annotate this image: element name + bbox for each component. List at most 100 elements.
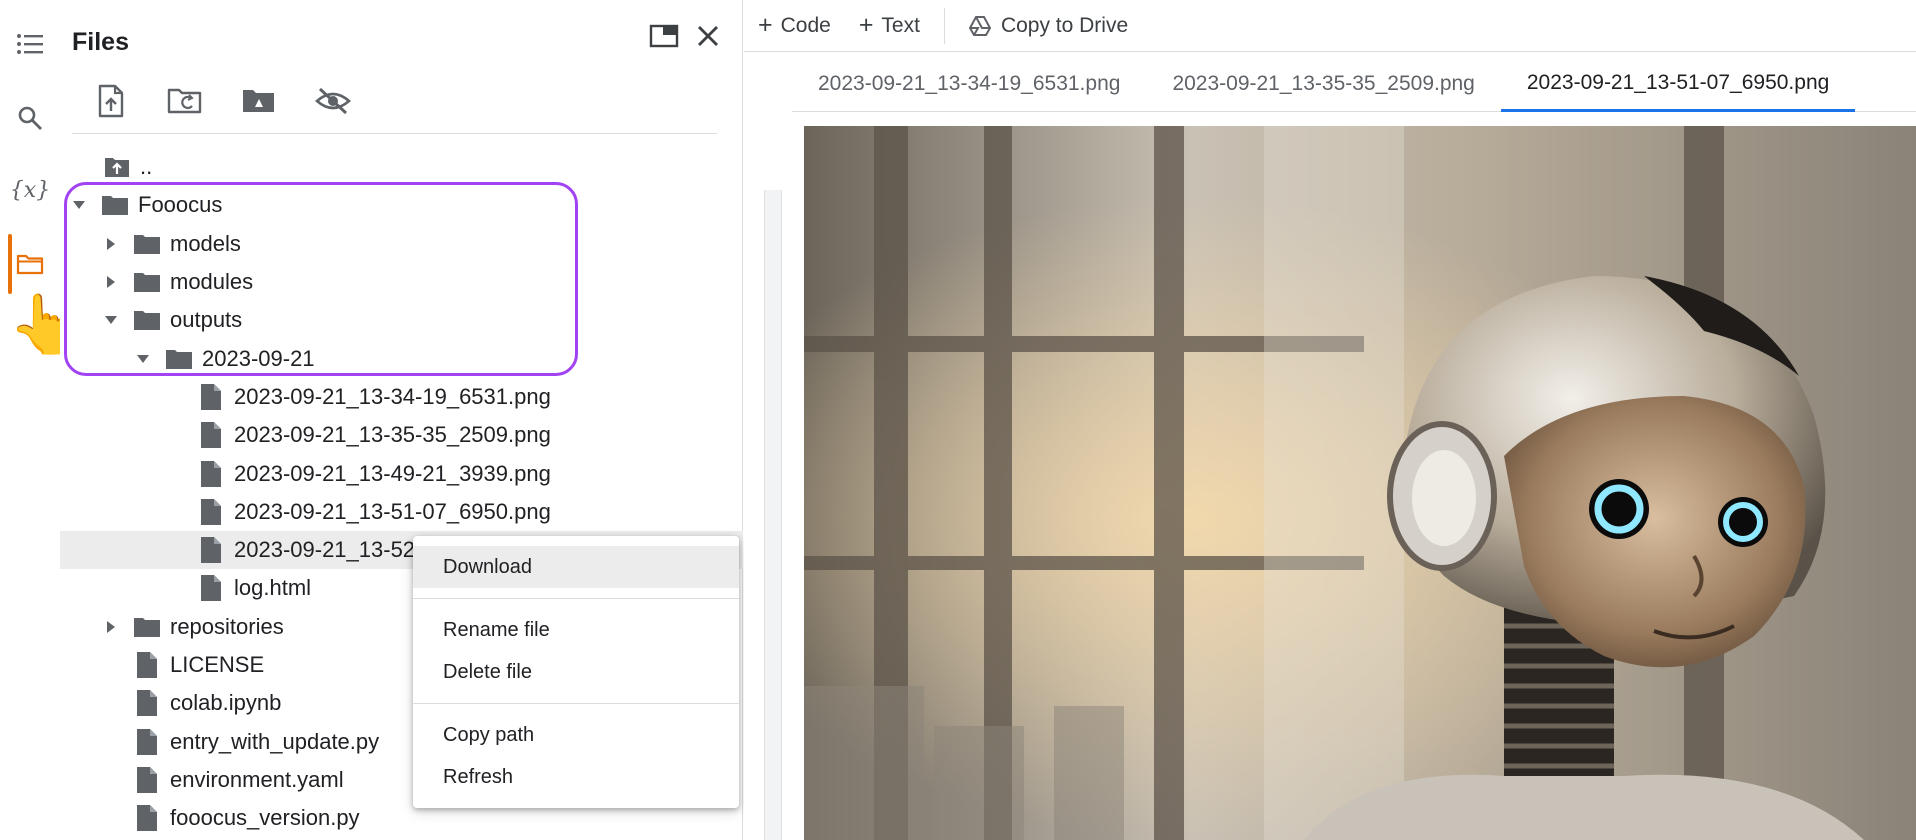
panel-title: Files	[72, 28, 129, 56]
tree-row-file[interactable]: 2023-09-21_13-35-35_2509.png	[60, 416, 743, 454]
tree-label: modules	[170, 269, 254, 295]
mount-drive-button[interactable]	[238, 80, 280, 122]
tree-row-parent[interactable]: ..	[60, 148, 743, 186]
plus-icon: +	[758, 11, 773, 39]
mount-drive-icon	[243, 90, 274, 112]
tree-label: repositories	[170, 613, 284, 639]
folder-icon	[132, 305, 162, 335]
caret-right-icon[interactable]	[100, 616, 122, 638]
close-panel-button[interactable]	[690, 18, 726, 54]
tree-label: 2023-09-21_13-51-07_6950.png	[234, 498, 551, 524]
add-text-button[interactable]: + Text	[845, 0, 934, 52]
toolbar-divider	[72, 133, 717, 134]
tree-label: entry_with_update.py	[170, 728, 380, 754]
image-preview	[804, 126, 1916, 840]
tree-row-file[interactable]: 2023-09-21_13-34-19_6531.png	[60, 378, 743, 416]
menu-divider	[413, 598, 739, 599]
folder-icon	[164, 344, 194, 374]
upload-file-icon	[98, 84, 124, 118]
menu-item-copy-path[interactable]: Copy path	[413, 714, 739, 756]
drive-icon	[968, 15, 991, 36]
tree-row-folder[interactable]: modules	[60, 263, 743, 301]
copy-to-drive-button[interactable]: Copy to Drive	[955, 0, 1142, 52]
table-of-contents-button[interactable]	[12, 26, 48, 62]
list-icon	[17, 34, 43, 54]
tree-row-file[interactable]: 2023-09-21_13-51-07_6950.png	[60, 493, 743, 531]
add-code-button[interactable]: + Code	[744, 0, 845, 52]
context-menu: Download Rename file Delete file Copy pa…	[413, 536, 739, 808]
tree-label: 2023-09-21_13-35-35_2509.png	[234, 422, 551, 448]
menu-item-rename[interactable]: Rename file	[413, 609, 739, 651]
tab-file[interactable]: 2023-09-21_13-34-19_6531.png	[792, 56, 1146, 112]
caret-down-icon[interactable]	[68, 194, 90, 216]
tree-row-folder[interactable]: Fooocus	[60, 186, 743, 224]
open-in-window-button[interactable]	[646, 18, 682, 54]
caret-down-icon[interactable]	[100, 309, 122, 331]
tab-file[interactable]: 2023-09-21_13-35-35_2509.png	[1146, 56, 1500, 112]
hide-files-button[interactable]	[312, 80, 354, 122]
plus-icon: +	[858, 11, 874, 39]
tree-label: 2023-09-21	[202, 345, 315, 371]
variables-icon: {x}	[9, 177, 51, 203]
tree-label: outputs	[170, 307, 243, 333]
add-text-label: Text	[881, 13, 920, 37]
file-icon	[196, 497, 226, 527]
folder-icon	[16, 254, 44, 275]
tree-label: environment.yaml	[170, 766, 344, 792]
caret-down-icon[interactable]	[132, 348, 154, 370]
left-rail: {x}	[0, 0, 60, 840]
copy-to-drive-label: Copy to Drive	[1000, 13, 1129, 37]
upload-button[interactable]	[90, 80, 132, 122]
file-icon	[196, 382, 226, 412]
tree-label: models	[170, 230, 241, 256]
tab-file-active[interactable]: 2023-09-21_13-51-07_6950.png	[1500, 56, 1856, 112]
menu-item-refresh[interactable]: Refresh	[413, 756, 739, 798]
hide-files-icon	[315, 87, 351, 115]
tree-row-file[interactable]: 2023-09-21_13-49-21_3939.png	[60, 454, 743, 492]
menu-item-delete[interactable]: Delete file	[413, 651, 739, 693]
toolbar-divider	[943, 7, 945, 44]
menu-item-download[interactable]: Download	[413, 546, 739, 588]
tree-row-folder[interactable]: models	[60, 225, 743, 263]
file-icon	[196, 573, 226, 603]
refresh-folder-icon	[167, 88, 202, 114]
files-toolbar	[90, 80, 354, 122]
parent-folder-icon	[102, 152, 132, 182]
tree-row-folder[interactable]: outputs	[60, 301, 743, 339]
notebook-toolbar: + Code + Text Copy to Drive	[744, 0, 1916, 52]
file-icon	[132, 650, 162, 680]
tree-label: colab.ipynb	[170, 690, 282, 716]
tree-label: LICENSE	[170, 652, 265, 677]
caret-right-icon[interactable]	[100, 271, 122, 293]
file-icon	[196, 459, 226, 489]
tree-label: 2023-09-21_13-49-21_3939.png	[234, 460, 551, 486]
file-tabs: 2023-09-21_13-34-19_6531.png 2023-09-21_…	[792, 56, 1916, 112]
file-icon	[132, 803, 162, 833]
folder-icon	[132, 229, 162, 259]
search-button[interactable]	[12, 100, 48, 136]
scrollbar[interactable]	[764, 190, 782, 840]
tree-label: ..	[140, 154, 153, 180]
tree-row-folder[interactable]: 2023-09-21	[60, 339, 743, 377]
caret-right-icon[interactable]	[100, 233, 122, 255]
tree-label: log.html	[234, 575, 312, 601]
folder-icon	[132, 612, 162, 642]
add-code-label: Code	[780, 13, 831, 37]
file-icon	[132, 727, 162, 757]
tree-label: 2023-09-21_13-52	[234, 537, 416, 563]
search-icon	[18, 106, 42, 130]
menu-divider	[413, 703, 739, 704]
file-icon	[132, 688, 162, 718]
folder-icon	[100, 190, 130, 220]
files-button[interactable]	[12, 246, 48, 282]
close-icon	[698, 26, 718, 46]
robot-image	[804, 126, 1916, 840]
tree-label: 2023-09-21_13-34-19_6531.png	[234, 383, 551, 409]
file-icon	[196, 420, 226, 450]
tree-label: Fooocus	[138, 192, 223, 218]
folder-icon	[132, 267, 162, 297]
file-icon	[132, 765, 162, 795]
variables-button[interactable]: {x}	[9, 172, 51, 208]
refresh-button[interactable]	[164, 80, 206, 122]
new-window-icon	[649, 24, 679, 48]
